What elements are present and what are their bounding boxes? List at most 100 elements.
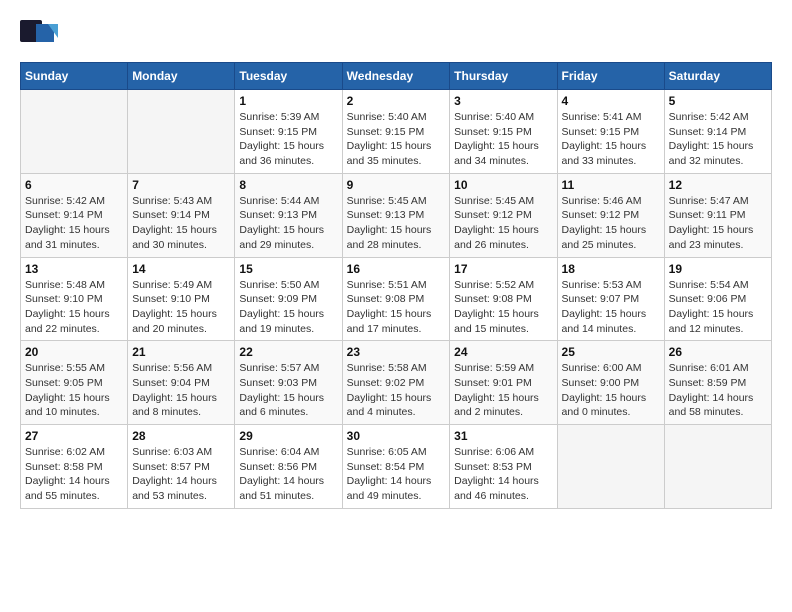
day-number: 24 [454,345,552,359]
day-number: 7 [132,178,230,192]
day-info: Sunrise: 5:55 AM Sunset: 9:05 PM Dayligh… [25,361,123,420]
calendar-cell: 14 Sunrise: 5:49 AM Sunset: 9:10 PM Dayli… [128,257,235,341]
calendar-cell: 5Sunrise: 5:42 AM Sunset: 9:14 PM Daylig… [664,90,771,174]
day-number: 1 [239,94,337,108]
day-number: 18 [562,262,660,276]
calendar-cell: 18 Sunrise: 5:53 AM Sunset: 9:07 PM Dayli… [557,257,664,341]
calendar-cell: 2 Sunrise: 5:40 AM Sunset: 9:15 PM Daylig… [342,90,450,174]
day-info: Sunrise: 5:39 AM Sunset: 9:15 PM Dayligh… [239,110,337,169]
calendar-cell: 11 Sunrise: 5:46 AM Sunset: 9:12 PM Dayli… [557,173,664,257]
day-info: Sunrise: 6:00 AM Sunset: 9:00 PM Dayligh… [562,361,660,420]
calendar-cell: 29 Sunrise: 6:04 AM Sunset: 8:56 PM Dayli… [235,425,342,509]
day-number: 28 [132,429,230,443]
calendar-cell: 30Sunrise: 6:05 AM Sunset: 8:54 PM Dayli… [342,425,450,509]
day-info: Sunrise: 5:51 AM Sunset: 9:08 PM Dayligh… [347,278,446,337]
day-header: Wednesday [342,63,450,90]
calendar-cell: 13Sunrise: 5:48 AM Sunset: 9:10 PM Dayli… [21,257,128,341]
calendar-week-row: 6 Sunrise: 5:42 AM Sunset: 9:14 PM Daylig… [21,173,772,257]
day-info: Sunrise: 5:42 AM Sunset: 9:14 PM Dayligh… [25,194,123,253]
day-info: Sunrise: 5:53 AM Sunset: 9:07 PM Dayligh… [562,278,660,337]
calendar-cell [557,425,664,509]
day-number: 23 [347,345,446,359]
calendar-cell: 26 Sunrise: 6:01 AM Sunset: 8:59 PM Dayli… [664,341,771,425]
day-info: Sunrise: 6:02 AM Sunset: 8:58 PM Dayligh… [25,445,123,504]
calendar-cell [664,425,771,509]
calendar-header-row: SundayMondayTuesdayWednesdayThursdayFrid… [21,63,772,90]
day-info: Sunrise: 5:58 AM Sunset: 9:02 PM Dayligh… [347,361,446,420]
day-info: Sunrise: 5:56 AM Sunset: 9:04 PM Dayligh… [132,361,230,420]
calendar-cell: 15 Sunrise: 5:50 AM Sunset: 9:09 PM Dayli… [235,257,342,341]
day-number: 26 [669,345,767,359]
day-info: Sunrise: 6:01 AM Sunset: 8:59 PM Dayligh… [669,361,767,420]
day-number: 6 [25,178,123,192]
day-info: Sunrise: 5:46 AM Sunset: 9:12 PM Dayligh… [562,194,660,253]
calendar-cell: 21Sunrise: 5:56 AM Sunset: 9:04 PM Dayli… [128,341,235,425]
day-number: 12 [669,178,767,192]
day-info: Sunrise: 5:45 AM Sunset: 9:12 PM Dayligh… [454,194,552,253]
calendar-cell: 10 Sunrise: 5:45 AM Sunset: 9:12 PM Dayli… [450,173,557,257]
calendar-cell: 1 Sunrise: 5:39 AM Sunset: 9:15 PM Daylig… [235,90,342,174]
day-info: Sunrise: 5:40 AM Sunset: 9:15 PM Dayligh… [454,110,552,169]
day-info: Sunrise: 5:47 AM Sunset: 9:11 PM Dayligh… [669,194,767,253]
day-number: 5 [669,94,767,108]
day-header: Thursday [450,63,557,90]
logo-icon [20,20,58,52]
calendar-table: SundayMondayTuesdayWednesdayThursdayFrid… [20,62,772,509]
day-number: 22 [239,345,337,359]
calendar-cell: 6 Sunrise: 5:42 AM Sunset: 9:14 PM Daylig… [21,173,128,257]
day-info: Sunrise: 5:50 AM Sunset: 9:09 PM Dayligh… [239,278,337,337]
calendar-cell: 4 Sunrise: 5:41 AM Sunset: 9:15 PM Daylig… [557,90,664,174]
day-info: Sunrise: 5:40 AM Sunset: 9:15 PM Dayligh… [347,110,446,169]
day-number: 14 [132,262,230,276]
day-number: 11 [562,178,660,192]
calendar-cell: 19Sunrise: 5:54 AM Sunset: 9:06 PM Dayli… [664,257,771,341]
day-header: Monday [128,63,235,90]
day-info: Sunrise: 5:57 AM Sunset: 9:03 PM Dayligh… [239,361,337,420]
calendar-cell: 23 Sunrise: 5:58 AM Sunset: 9:02 PM Dayli… [342,341,450,425]
calendar-cell: 7 Sunrise: 5:43 AM Sunset: 9:14 PM Daylig… [128,173,235,257]
day-number: 3 [454,94,552,108]
day-number: 17 [454,262,552,276]
calendar-cell: 16 Sunrise: 5:51 AM Sunset: 9:08 PM Dayli… [342,257,450,341]
calendar-cell: 24 Sunrise: 5:59 AM Sunset: 9:01 PM Dayli… [450,341,557,425]
day-number: 25 [562,345,660,359]
day-header: Friday [557,63,664,90]
calendar-week-row: 27 Sunrise: 6:02 AM Sunset: 8:58 PM Dayli… [21,425,772,509]
day-info: Sunrise: 5:44 AM Sunset: 9:13 PM Dayligh… [239,194,337,253]
day-info: Sunrise: 5:41 AM Sunset: 9:15 PM Dayligh… [562,110,660,169]
calendar-cell: 20 Sunrise: 5:55 AM Sunset: 9:05 PM Dayli… [21,341,128,425]
day-header: Sunday [21,63,128,90]
calendar-cell: 12 Sunrise: 5:47 AM Sunset: 9:11 PM Dayli… [664,173,771,257]
day-info: Sunrise: 5:59 AM Sunset: 9:01 PM Dayligh… [454,361,552,420]
calendar-cell: 17Sunrise: 5:52 AM Sunset: 9:08 PM Dayli… [450,257,557,341]
day-header: Tuesday [235,63,342,90]
day-info: Sunrise: 6:05 AM Sunset: 8:54 PM Dayligh… [347,445,446,504]
calendar-cell: 8Sunrise: 5:44 AM Sunset: 9:13 PM Daylig… [235,173,342,257]
logo [20,20,62,52]
day-info: Sunrise: 6:06 AM Sunset: 8:53 PM Dayligh… [454,445,552,504]
day-number: 9 [347,178,446,192]
day-number: 10 [454,178,552,192]
calendar-cell [128,90,235,174]
calendar-week-row: 20 Sunrise: 5:55 AM Sunset: 9:05 PM Dayli… [21,341,772,425]
day-number: 15 [239,262,337,276]
day-number: 2 [347,94,446,108]
day-info: Sunrise: 6:04 AM Sunset: 8:56 PM Dayligh… [239,445,337,504]
calendar-cell: 22 Sunrise: 5:57 AM Sunset: 9:03 PM Dayli… [235,341,342,425]
day-info: Sunrise: 5:48 AM Sunset: 9:10 PM Dayligh… [25,278,123,337]
day-info: Sunrise: 6:03 AM Sunset: 8:57 PM Dayligh… [132,445,230,504]
day-number: 27 [25,429,123,443]
day-info: Sunrise: 5:49 AM Sunset: 9:10 PM Dayligh… [132,278,230,337]
day-number: 4 [562,94,660,108]
calendar-week-row: 1 Sunrise: 5:39 AM Sunset: 9:15 PM Daylig… [21,90,772,174]
day-info: Sunrise: 5:54 AM Sunset: 9:06 PM Dayligh… [669,278,767,337]
day-number: 29 [239,429,337,443]
day-number: 16 [347,262,446,276]
calendar-cell [21,90,128,174]
day-info: Sunrise: 5:43 AM Sunset: 9:14 PM Dayligh… [132,194,230,253]
calendar-week-row: 13Sunrise: 5:48 AM Sunset: 9:10 PM Dayli… [21,257,772,341]
calendar-cell: 3 Sunrise: 5:40 AM Sunset: 9:15 PM Daylig… [450,90,557,174]
calendar-cell: 25 Sunrise: 6:00 AM Sunset: 9:00 PM Dayli… [557,341,664,425]
day-number: 20 [25,345,123,359]
day-header: Saturday [664,63,771,90]
